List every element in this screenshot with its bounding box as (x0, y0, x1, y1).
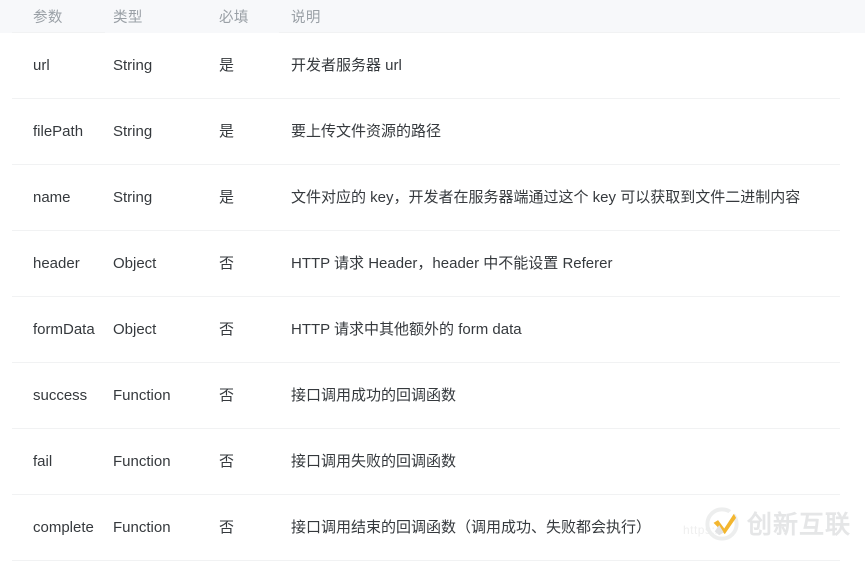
cell-type: Object (105, 231, 208, 297)
cell-param: header (0, 231, 105, 297)
cell-desc: 接口调用失败的回调函数 (279, 429, 865, 495)
cell-required: 是 (208, 99, 279, 165)
cell-required: 否 (208, 429, 279, 495)
cell-type: String (105, 99, 208, 165)
cell-param: filePath (0, 99, 105, 165)
table-row: fail Function 否 接口调用失败的回调函数 (0, 429, 865, 495)
api-parameters-table: 参数 类型 必填 说明 url String 是 开发者服务器 url file… (0, 0, 865, 561)
table-body: url String 是 开发者服务器 url filePath String … (0, 33, 865, 561)
cell-desc: 接口调用成功的回调函数 (279, 363, 865, 429)
cell-desc: 开发者服务器 url (279, 33, 865, 99)
cell-type: String (105, 33, 208, 99)
cell-param: complete (0, 495, 105, 561)
table-row: complete Function 否 接口调用结束的回调函数（调用成功、失败都… (0, 495, 865, 561)
cell-desc: HTTP 请求中其他额外的 form data (279, 297, 865, 363)
table-header: 参数 类型 必填 说明 (0, 0, 865, 33)
cell-param: url (0, 33, 105, 99)
cell-type: Function (105, 429, 208, 495)
cell-param: name (0, 165, 105, 231)
column-header-type: 类型 (105, 0, 208, 33)
cell-required: 否 (208, 297, 279, 363)
table-row: header Object 否 HTTP 请求 Header，header 中不… (0, 231, 865, 297)
table-row: success Function 否 接口调用成功的回调函数 (0, 363, 865, 429)
table-row: name String 是 文件对应的 key，开发者在服务器端通过这个 key… (0, 165, 865, 231)
cell-required: 是 (208, 33, 279, 99)
cell-type: String (105, 165, 208, 231)
table-header-row: 参数 类型 必填 说明 (0, 0, 865, 33)
cell-desc: HTTP 请求 Header，header 中不能设置 Referer (279, 231, 865, 297)
cell-param: formData (0, 297, 105, 363)
cell-required: 否 (208, 363, 279, 429)
table-row: url String 是 开发者服务器 url (0, 33, 865, 99)
column-header-required: 必填 (208, 0, 279, 33)
column-header-param: 参数 (0, 0, 105, 33)
cell-type: Function (105, 363, 208, 429)
cell-desc: 接口调用结束的回调函数（调用成功、失败都会执行） (279, 495, 865, 561)
cell-required: 否 (208, 495, 279, 561)
column-header-desc: 说明 (279, 0, 865, 33)
table-row: filePath String 是 要上传文件资源的路径 (0, 99, 865, 165)
cell-required: 否 (208, 231, 279, 297)
cell-type: Object (105, 297, 208, 363)
cell-required: 是 (208, 165, 279, 231)
table-row: formData Object 否 HTTP 请求中其他额外的 form dat… (0, 297, 865, 363)
cell-type: Function (105, 495, 208, 561)
cell-param: fail (0, 429, 105, 495)
cell-desc: 文件对应的 key，开发者在服务器端通过这个 key 可以获取到文件二进制内容 (279, 165, 865, 231)
cell-param: success (0, 363, 105, 429)
cell-desc: 要上传文件资源的路径 (279, 99, 865, 165)
